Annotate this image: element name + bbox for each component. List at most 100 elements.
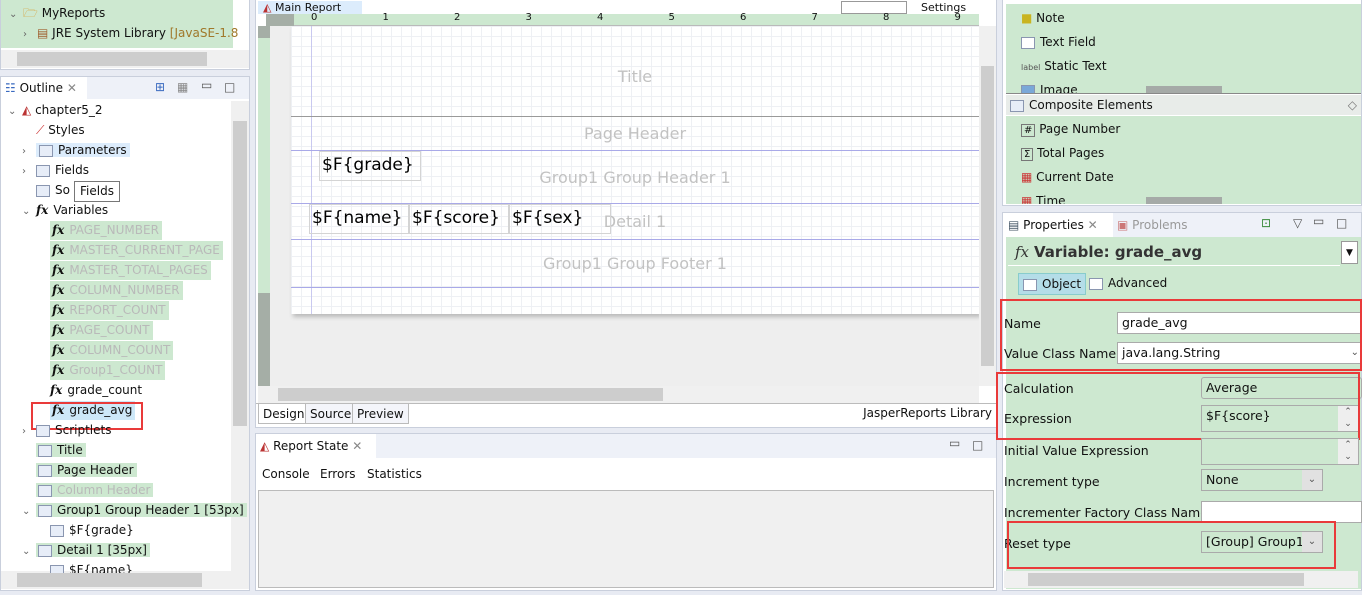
horizontal-scrollbar[interactable]: [1004, 571, 1358, 588]
title-dropdown[interactable]: ▼: [1341, 241, 1358, 264]
maximize-icon[interactable]: □: [1336, 216, 1347, 230]
clock-icon: ▦: [1021, 194, 1033, 204]
outline-icon: ☷: [5, 81, 16, 95]
band-group-footer[interactable]: Group1 Group Footer 1: [291, 254, 979, 273]
tab-design[interactable]: Design: [258, 404, 310, 424]
tab-advanced[interactable]: Advanced: [1089, 273, 1167, 295]
image-icon: [1021, 84, 1035, 93]
tree-item-variable[interactable]: fx COLUMN_COUNT: [50, 341, 174, 360]
increment-type-select[interactable]: None ⌄: [1201, 469, 1323, 491]
pin-icon[interactable]: ◇: [1348, 95, 1357, 115]
palette-item-current-date[interactable]: ▦ Current Date: [1021, 168, 1114, 187]
band-icon: [38, 544, 52, 557]
scroll-down-button[interactable]: [1146, 86, 1222, 93]
tree-item-band[interactable]: Column Header: [36, 481, 154, 500]
palette-item-time[interactable]: ▦ Time: [1021, 192, 1066, 204]
palette-item-page-number[interactable]: # Page Number: [1021, 120, 1120, 139]
fx-icon: fx: [52, 303, 65, 317]
horizontal-scrollbar[interactable]: [1, 50, 249, 68]
tree-item-variable[interactable]: fx COLUMN_NUMBER: [50, 281, 183, 300]
composite-icon: [1010, 99, 1024, 112]
tab-problems[interactable]: ▣ Problems: [1117, 213, 1187, 237]
report-icon: ◭: [22, 103, 32, 117]
minimize-icon[interactable]: ▭: [201, 78, 212, 92]
tab-outline[interactable]: ☷ Outline ✕: [1, 77, 87, 99]
tab-label: Outline: [19, 81, 64, 95]
tree-item-variable[interactable]: fx Group1_COUNT: [50, 361, 166, 380]
band-page-header[interactable]: Page Header: [291, 124, 979, 143]
vertical-scrollbar[interactable]: [979, 26, 996, 386]
tree-item-band[interactable]: ⌄ Detail 1 [35px]: [22, 541, 150, 560]
zoom-field[interactable]: [841, 1, 907, 14]
tree-item-variable[interactable]: fx MASTER_CURRENT_PAGE: [50, 241, 223, 260]
pin-icon[interactable]: ⊡: [1261, 216, 1271, 230]
view-menu-icon[interactable]: ▽: [1293, 216, 1302, 230]
tree-item-band[interactable]: ⌄ Group1 Group Header 1 [53px]: [22, 501, 247, 520]
tab-source[interactable]: Source: [305, 404, 357, 424]
tab-label: Advanced: [1108, 276, 1168, 290]
palette-item-total-pages[interactable]: Σ Total Pages: [1021, 144, 1104, 163]
tree-item-parameters[interactable]: › Parameters: [22, 141, 130, 160]
tree-item-myreports[interactable]: ⌄ 🗁 MyReports: [9, 4, 105, 23]
tab-report-state[interactable]: ◭ Report State ✕: [256, 434, 376, 458]
close-icon[interactable]: ✕: [352, 439, 362, 453]
horizontal-scrollbar[interactable]: [1, 571, 249, 589]
maximize-icon[interactable]: □: [972, 438, 983, 452]
tree-item-styles[interactable]: ⟋ Styles: [36, 121, 85, 140]
field-grade[interactable]: $F{grade}: [319, 151, 421, 181]
band-title[interactable]: Title: [291, 67, 979, 86]
tab-object[interactable]: Object: [1018, 273, 1087, 295]
label: $F{grade}: [69, 523, 134, 537]
fx-icon: fx: [52, 263, 65, 277]
spinner-icon[interactable]: ⌃ ⌄: [1338, 439, 1358, 464]
palette-item-text-field[interactable]: Text Field: [1021, 33, 1096, 52]
tree-item-jre[interactable]: › ▤ JRE System Library [JavaSE-1.8: [23, 24, 238, 43]
tree-item-variable[interactable]: fx REPORT_COUNT: [50, 301, 169, 320]
close-icon[interactable]: ✕: [67, 81, 77, 95]
tab-label: Properties: [1023, 218, 1084, 232]
tree-item-band[interactable]: Title: [36, 441, 86, 460]
tab-preview[interactable]: Preview: [352, 404, 409, 424]
tree-item-fields[interactable]: › Fields: [22, 161, 89, 180]
view-menu-icon[interactable]: ▦: [177, 80, 188, 94]
tree-item-band[interactable]: $F{grade}: [50, 521, 134, 540]
tree-layout-icon[interactable]: ⊞: [155, 80, 165, 94]
palette-item-note[interactable]: ■ Note: [1021, 9, 1065, 28]
label: Total Pages: [1037, 146, 1105, 160]
field-name[interactable]: $F{name}: [309, 204, 409, 234]
tree-item-variable[interactable]: fx grade_count: [50, 381, 142, 400]
scroll-down-button[interactable]: [1146, 197, 1222, 204]
minimize-icon[interactable]: ▭: [1313, 214, 1324, 228]
composite-elements-header[interactable]: Composite Elements ◇: [1006, 95, 1361, 115]
tree-item-variables[interactable]: ⌄ fx Variables: [22, 201, 108, 220]
problems-icon: ▣: [1117, 218, 1129, 232]
palette-item-static-text[interactable]: label Static Text: [1021, 57, 1107, 76]
value: None: [1206, 472, 1239, 487]
minimize-icon[interactable]: ▭: [949, 436, 960, 450]
tree-item-variable[interactable]: fx PAGE_COUNT: [50, 321, 153, 340]
close-icon[interactable]: ✕: [1088, 218, 1098, 232]
tab-errors[interactable]: Errors: [320, 467, 356, 481]
tab-properties[interactable]: ▤ Properties ✕: [1003, 213, 1113, 237]
tree-item-variable[interactable]: fx PAGE_NUMBER: [50, 221, 162, 240]
field-sex[interactable]: $F{sex}: [509, 204, 611, 234]
maximize-icon[interactable]: □: [224, 80, 235, 94]
tree-item-band[interactable]: › Scriptlets: [22, 421, 111, 440]
tab-label: Object: [1042, 277, 1082, 291]
tree-item-variable[interactable]: fx MASTER_TOTAL_PAGES: [50, 261, 211, 280]
initial-value-input[interactable]: ⌃ ⌄: [1201, 438, 1359, 465]
ruler-tick-label: 3: [525, 12, 532, 23]
tab-console[interactable]: Console: [262, 467, 310, 481]
horizontal-scrollbar[interactable]: [258, 386, 979, 403]
tab-statistics[interactable]: Statistics: [367, 467, 422, 481]
field-score[interactable]: $F{score}: [409, 204, 509, 234]
tree-item-sort-fields[interactable]: So: [36, 181, 70, 200]
tree-item-report[interactable]: ⌄ ◭ chapter5_2: [8, 101, 103, 120]
tab-main-report[interactable]: ◭ Main Report: [258, 1, 362, 14]
palette-item-image[interactable]: Image: [1021, 81, 1078, 93]
factory-input[interactable]: [1201, 501, 1362, 523]
annotation-box-reset-type: [1007, 521, 1336, 569]
tree-item-band[interactable]: Page Header: [36, 461, 137, 480]
tree-item-band[interactable]: $F{name}: [50, 561, 133, 573]
library-label: JasperReports Library: [863, 406, 992, 420]
